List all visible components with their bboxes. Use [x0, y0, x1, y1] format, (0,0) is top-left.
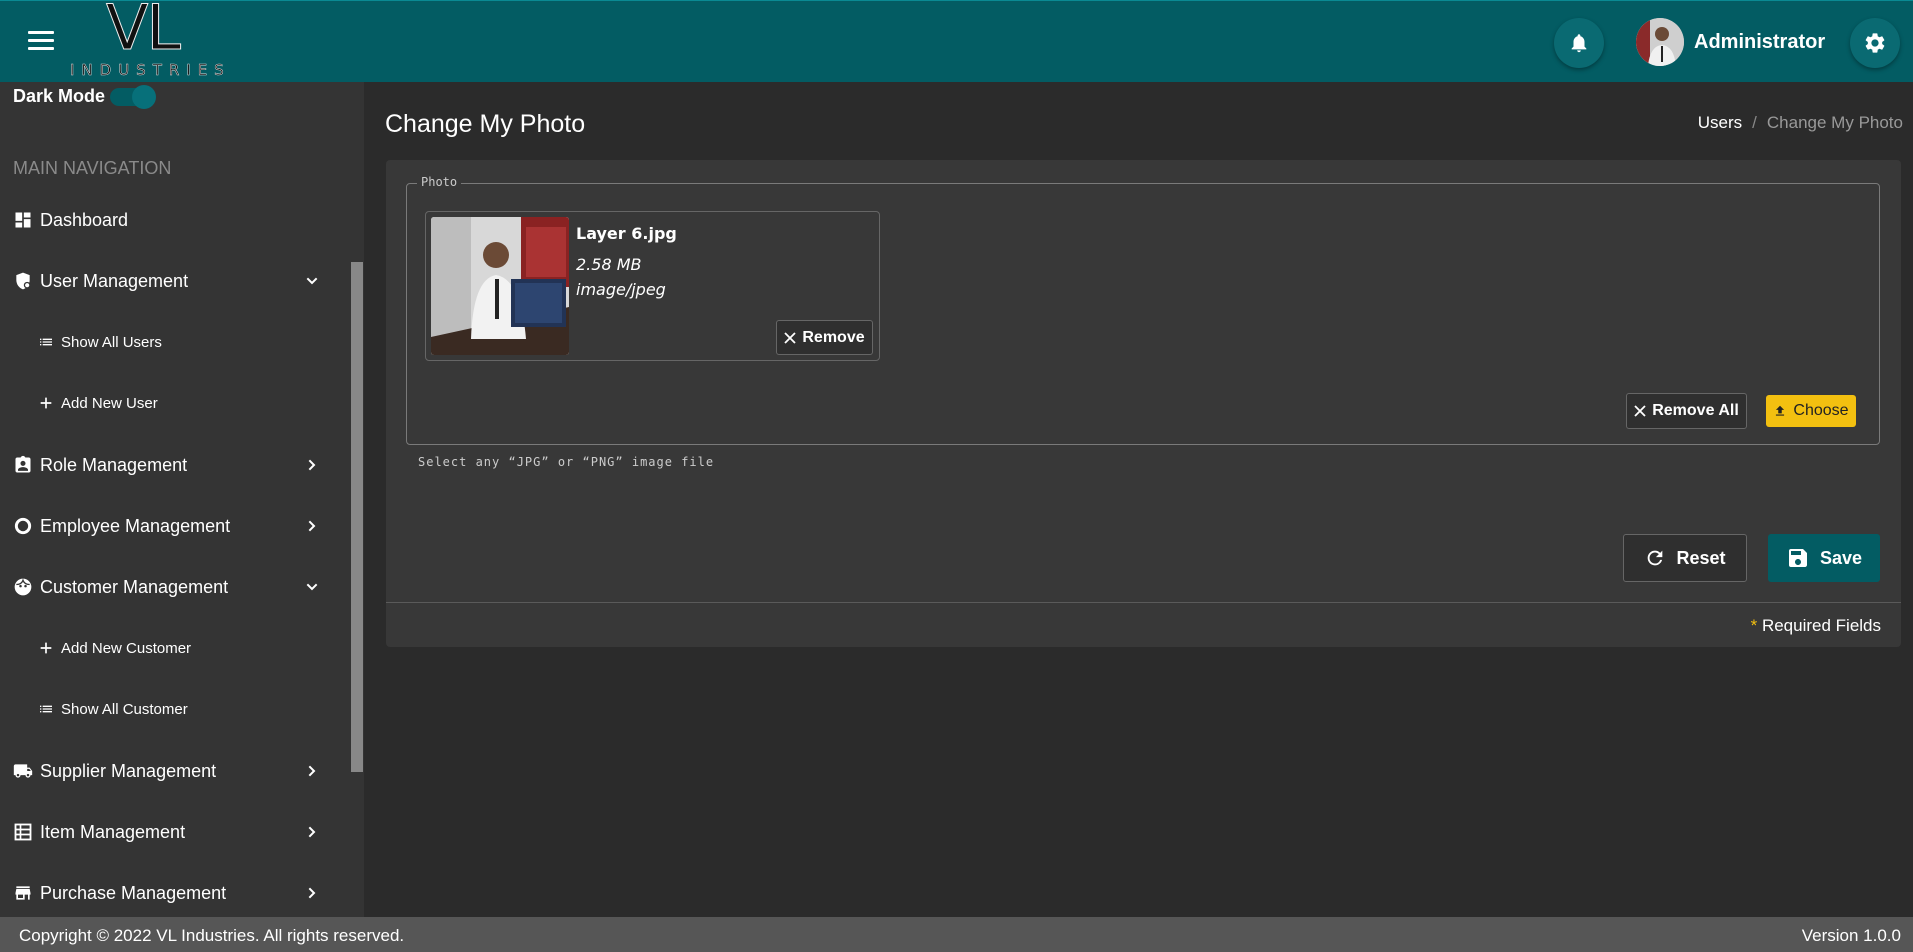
reset-button[interactable]: Reset: [1623, 534, 1747, 582]
close-icon: [784, 331, 797, 344]
file-type: image/jpeg: [576, 280, 666, 299]
close-icon: [1634, 405, 1646, 417]
reset-button-label: Reset: [1676, 547, 1726, 568]
top-bar: VL INDUSTRIES Administrator: [0, 0, 1913, 82]
chevron-right-icon: [302, 455, 322, 475]
sidebar-item-label: Show All Customer: [61, 700, 188, 718]
file-name: Layer 6.jpg: [576, 224, 677, 243]
list-icon: [37, 333, 55, 351]
remove-all-button[interactable]: Remove All: [1626, 393, 1747, 429]
sidebar-item-add-new-user[interactable]: Add New User: [0, 383, 340, 423]
photo-thumbnail: [431, 217, 569, 355]
remove-all-button-label: Remove All: [1652, 402, 1739, 419]
photo-legend: Photo: [417, 175, 462, 189]
sidebar-item-label: Add New User: [61, 394, 158, 412]
user-shield-icon: [13, 271, 33, 291]
sidebar-item-label: Dashboard: [40, 209, 129, 230]
chevron-right-icon: [302, 883, 322, 903]
hamburger-menu-icon[interactable]: [28, 31, 54, 51]
file-hint: Select any “JPG” or “PNG” image file: [418, 455, 715, 469]
chevron-right-icon: [302, 822, 322, 842]
table-icon: [13, 822, 33, 842]
sidebar-item-dashboard[interactable]: Dashboard: [0, 200, 340, 240]
sidebar-item-user-management[interactable]: User Management: [0, 261, 340, 301]
plus-icon: [37, 639, 55, 657]
sidebar-item-add-new-customer[interactable]: Add New Customer: [0, 628, 340, 668]
photo-fieldset: Photo Layer 6.jpg 2.58 MB image/jpeg Rem…: [406, 175, 1880, 445]
gear-icon: [1865, 33, 1885, 53]
sidebar-item-customer-management[interactable]: Customer Management: [0, 567, 340, 607]
file-size: 2.58 MB: [576, 255, 642, 274]
chevron-down-icon: [302, 271, 322, 291]
file-preview-card: Layer 6.jpg 2.58 MB image/jpeg Remove: [425, 211, 880, 361]
breadcrumb-users-link[interactable]: Users: [1698, 113, 1742, 133]
chevron-right-icon: [302, 516, 322, 536]
save-icon: [1788, 549, 1807, 567]
remove-button-label: Remove: [802, 328, 865, 346]
sidebar-item-employee-management[interactable]: Employee Management: [0, 506, 340, 546]
sidebar-item-purchase-management[interactable]: Purchase Management: [0, 873, 340, 913]
plus-icon: [37, 394, 55, 412]
remove-file-button[interactable]: Remove: [776, 320, 873, 355]
copyright-text: Copyright © 2022 VL Industries. All righ…: [19, 926, 405, 945]
upload-icon: [1776, 405, 1785, 416]
sidebar-item-label: Purchase Management: [40, 882, 227, 903]
bell-icon: [1571, 34, 1587, 53]
divider: [386, 602, 1901, 603]
sidebar-item-show-all-users[interactable]: Show All Users: [0, 322, 340, 362]
sidebar-item-label: Customer Management: [40, 576, 229, 597]
avatar[interactable]: [1636, 18, 1684, 66]
sidebar-item-label: Show All Users: [61, 333, 162, 351]
photo-form-card: Photo Layer 6.jpg 2.58 MB image/jpeg Rem…: [386, 160, 1901, 647]
sidebar-item-label: Role Management: [40, 454, 188, 475]
version-text: Version 1.0.0: [1801, 926, 1901, 945]
dark-mode-label: Dark Mode: [13, 86, 106, 106]
breadcrumb-current: Change My Photo: [1766, 113, 1903, 132]
list-icon: [37, 700, 55, 718]
sidebar-item-label: Supplier Management: [40, 760, 217, 781]
nav-section-title: MAIN NAVIGATION: [13, 158, 172, 178]
choose-button-label: Choose: [1793, 402, 1849, 419]
dashboard-icon: [13, 210, 33, 230]
store-icon: [13, 883, 33, 903]
face-icon: [13, 577, 33, 597]
truck-icon: [13, 761, 33, 781]
settings-button[interactable]: [1850, 18, 1900, 68]
breadcrumb-separator: /: [1752, 113, 1757, 132]
sidebar-item-item-management[interactable]: Item Management: [0, 812, 340, 852]
sidebar-item-label: User Management: [40, 270, 189, 291]
logo-main-text: VL: [106, 0, 182, 64]
sidebar-item-label: Employee Management: [40, 515, 231, 536]
sidebar: Dark Mode MAIN NAVIGATION Dashboard User…: [0, 82, 364, 917]
notifications-button[interactable]: [1554, 18, 1604, 68]
logo: VL INDUSTRIES: [70, 0, 240, 83]
sidebar-item-supplier-management[interactable]: Supplier Management: [0, 751, 340, 791]
sidebar-item-label: Item Management: [40, 821, 186, 842]
logo-sub-text: INDUSTRIES: [70, 61, 231, 80]
sidebar-item-show-all-customer[interactable]: Show All Customer: [0, 689, 340, 729]
save-button[interactable]: Save: [1768, 534, 1880, 582]
badge-icon: [13, 455, 33, 475]
choose-file-button[interactable]: Choose: [1766, 395, 1856, 427]
refresh-icon: [1648, 550, 1663, 566]
chevron-down-icon: [302, 577, 322, 597]
breadcrumb: Users / Change My Photo: [1698, 113, 1903, 133]
sidebar-scrollbar[interactable]: [351, 262, 363, 772]
required-fields-note: * Required Fields: [1751, 616, 1881, 636]
required-text: Required Fields: [1757, 616, 1881, 635]
footer: Copyright © 2022 VL Industries. All righ…: [0, 917, 1913, 952]
sidebar-item-role-management[interactable]: Role Management: [0, 445, 340, 485]
dark-mode-toggle[interactable]: [110, 85, 156, 109]
save-button-label: Save: [1819, 547, 1863, 568]
user-name[interactable]: Administrator: [1694, 31, 1825, 54]
page-title: Change My Photo: [385, 110, 586, 138]
circle-icon: [13, 516, 33, 536]
chevron-right-icon: [302, 761, 322, 781]
sidebar-item-label: Add New Customer: [61, 639, 192, 657]
